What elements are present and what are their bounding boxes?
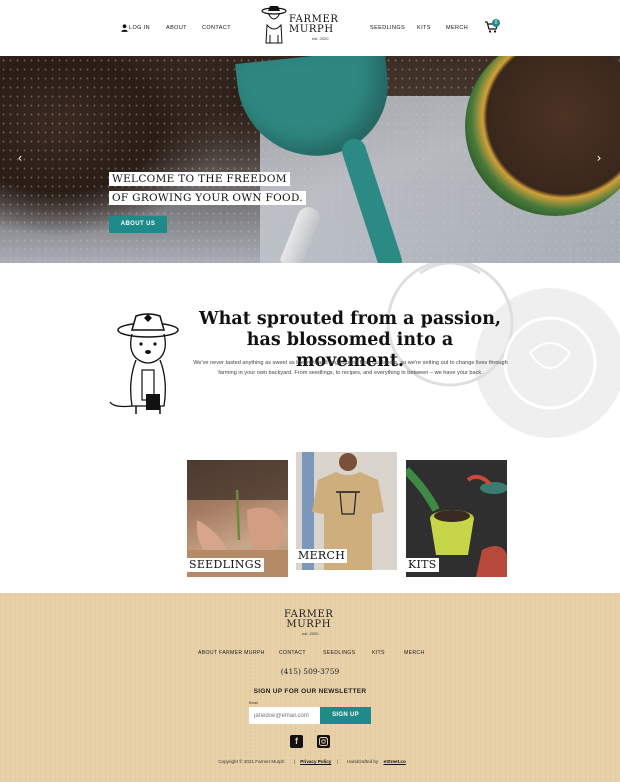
hero-slider: ‹ › WELCOME TO THE FREEDOM OF GROWING YO… [0,56,620,263]
logo-wordmark: FARMER MURPH [289,14,339,35]
chevron-right-icon[interactable]: › [593,151,605,165]
story-section: What sprouted from a passion, has blosso… [0,263,620,593]
about-us-button[interactable]: ABOUT US [109,216,167,233]
newsletter-title: SIGN UP FOR OUR NEWSLETTER [253,688,367,695]
logo-est: est. 2020 [312,36,329,41]
story-body: We've never tasted anything as sweet as … [193,360,508,376]
dog-mascot-illustration [109,313,179,414]
tile-seedlings-label: SEEDLINGS [187,558,264,572]
user-icon[interactable] [121,24,128,32]
footer-phone[interactable]: (415) 509-3759 [260,667,360,676]
newsletter-email-input[interactable] [249,707,320,724]
footer-link-merch[interactable]: MERCH [404,650,425,656]
cart-count-badge: 0 [492,19,500,27]
nav-about[interactable]: ABOUT [166,25,187,31]
nav-seedlings[interactable]: SEEDLINGS [370,25,405,31]
tile-merch[interactable]: MERCH [296,452,397,570]
footer-link-seedlings[interactable]: SEEDLINGS [323,650,355,656]
email-label: Email [249,701,258,705]
instagram-icon[interactable] [317,735,330,748]
nav-login[interactable]: LOG IN [129,25,150,31]
privacy-policy-link[interactable]: Privacy Policy [300,759,331,764]
nav-merch[interactable]: MERCH [446,25,468,31]
separator: | [336,759,338,764]
handcrafted-text: Handcrafted by [347,759,379,764]
nav-kits[interactable]: KITS [417,25,431,31]
site-header: LOG IN ABOUT CONTACT FARMER MURPH est. 2… [0,0,620,56]
facebook-icon[interactable]: f [290,735,303,748]
separator: | [293,759,295,764]
site-footer: FARMER MURPH est. 2020 ABOUT FARMER MURP… [0,593,620,782]
site-logo[interactable]: FARMER MURPH est. 2020 [260,5,340,51]
nav-contact[interactable]: CONTACT [202,25,231,31]
footer-link-kits[interactable]: KITS [372,650,385,656]
tile-merch-label: MERCH [296,549,348,563]
copyright-text: Copyright © 2021 Farmer Murph [218,759,285,764]
hero-title-line-1: WELCOME TO THE FREEDOM [109,172,290,186]
dog-logo-icon [261,6,287,44]
footer-link-contact[interactable]: CONTACT [279,650,306,656]
tile-kits[interactable]: KITS [406,460,507,577]
tile-kits-label: KITS [406,558,439,572]
agency-link[interactable]: eStreet.co [384,759,406,764]
tile-seedlings[interactable]: SEEDLINGS [187,460,288,577]
footer-logo-est: est. 2020 [302,631,319,636]
signup-button[interactable]: SIGN UP [320,707,371,724]
footer-copyright-row: Copyright © 2021 Farmer Murph | Privacy … [0,759,620,764]
footer-link-about[interactable]: ABOUT FARMER MURPH [198,650,265,656]
hero-title-line-2: OF GROWING YOUR OWN FOOD. [109,191,306,205]
chevron-left-icon[interactable]: ‹ [14,151,26,165]
footer-logo[interactable]: FARMER MURPH [284,610,334,630]
